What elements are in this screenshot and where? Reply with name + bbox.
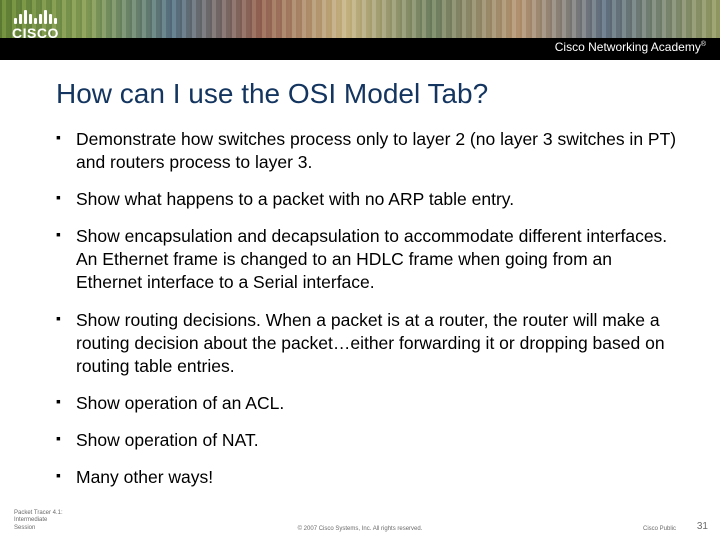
footer-left-line: Intermediate: [14, 517, 63, 525]
bullet-item: Show routing decisions. When a packet is…: [56, 309, 680, 378]
content-area: How can I use the OSI Model Tab? Demonst…: [56, 78, 680, 503]
bullet-list: Demonstrate how switches process only to…: [56, 128, 680, 489]
slide-number: 31: [697, 521, 708, 532]
banner: CISCO Cisco Networking Academy®: [0, 0, 720, 60]
academy-text: Cisco Networking Academy®: [555, 40, 706, 54]
bullet-item: Show what happens to a packet with no AR…: [56, 188, 680, 211]
bullet-item: Show operation of an ACL.: [56, 392, 680, 415]
cisco-logo-bars: [14, 6, 57, 24]
slide-title: How can I use the OSI Model Tab?: [56, 78, 680, 110]
tm-icon: ®: [701, 41, 706, 48]
cisco-logo: CISCO: [12, 6, 59, 41]
bullet-item: Demonstrate how switches process only to…: [56, 128, 680, 174]
footer-left-line: Packet Tracer 4.1:: [14, 510, 63, 518]
bullet-item: Show encapsulation and decapsulation to …: [56, 225, 680, 294]
slide: CISCO Cisco Networking Academy® How can …: [0, 0, 720, 540]
bullet-item: Show operation of NAT.: [56, 429, 680, 452]
footer-copyright: © 2007 Cisco Systems, Inc. All rights re…: [0, 526, 720, 532]
footer-classification: Cisco Public: [643, 526, 676, 532]
bullet-item: Many other ways!: [56, 466, 680, 489]
academy-label: Cisco Networking Academy: [555, 40, 701, 54]
